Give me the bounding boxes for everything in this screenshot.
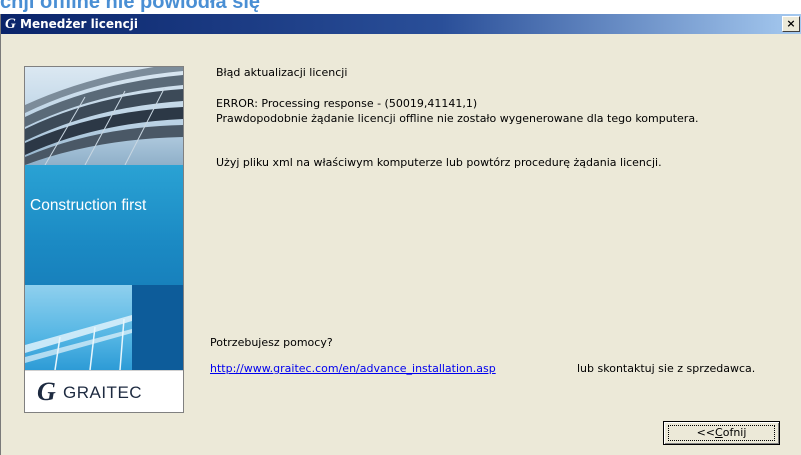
title-bar[interactable]: G Menedżer licencji × bbox=[1, 14, 801, 34]
page-heading: cnji offline nie powiodła się bbox=[0, 0, 261, 13]
explanation-text: Prawdopodobnie żądanie licencji offline … bbox=[216, 112, 699, 125]
building-photo bbox=[25, 67, 183, 165]
graitec-logo: G GRAITEC bbox=[25, 370, 183, 412]
back-button-label: <<Cofnij bbox=[696, 426, 747, 439]
help-heading: Potrzebujesz pomocy? bbox=[210, 336, 333, 349]
brand-name: GRAITEC bbox=[63, 383, 143, 402]
close-button[interactable]: × bbox=[782, 16, 800, 32]
dark-block bbox=[132, 285, 183, 370]
error-text: ERROR: Processing response - (50019,4114… bbox=[216, 97, 478, 110]
back-button[interactable]: <<Cofnij bbox=[663, 421, 780, 445]
contact-text: lub skontaktuj sie z sprzedawca. bbox=[577, 362, 756, 375]
message-title: Błąd aktualizacji licencji bbox=[216, 66, 348, 79]
help-link[interactable]: http://www.graitec.com/en/advance_instal… bbox=[210, 361, 496, 376]
license-manager-dialog: G Menedżer licencji × Construction first bbox=[0, 14, 801, 455]
window-title: Menedżer licencji bbox=[20, 17, 138, 31]
tagline: Construction first bbox=[30, 197, 147, 214]
sidebar-banner: Construction first G GRAITEC bbox=[24, 66, 184, 413]
bridge-photo bbox=[25, 285, 132, 370]
hint-text: Użyj pliku xml na właściwym komputerze l… bbox=[216, 156, 662, 169]
close-icon: × bbox=[786, 17, 796, 30]
graitec-g-icon: G bbox=[37, 377, 56, 406]
app-logo-icon: G bbox=[5, 16, 16, 32]
